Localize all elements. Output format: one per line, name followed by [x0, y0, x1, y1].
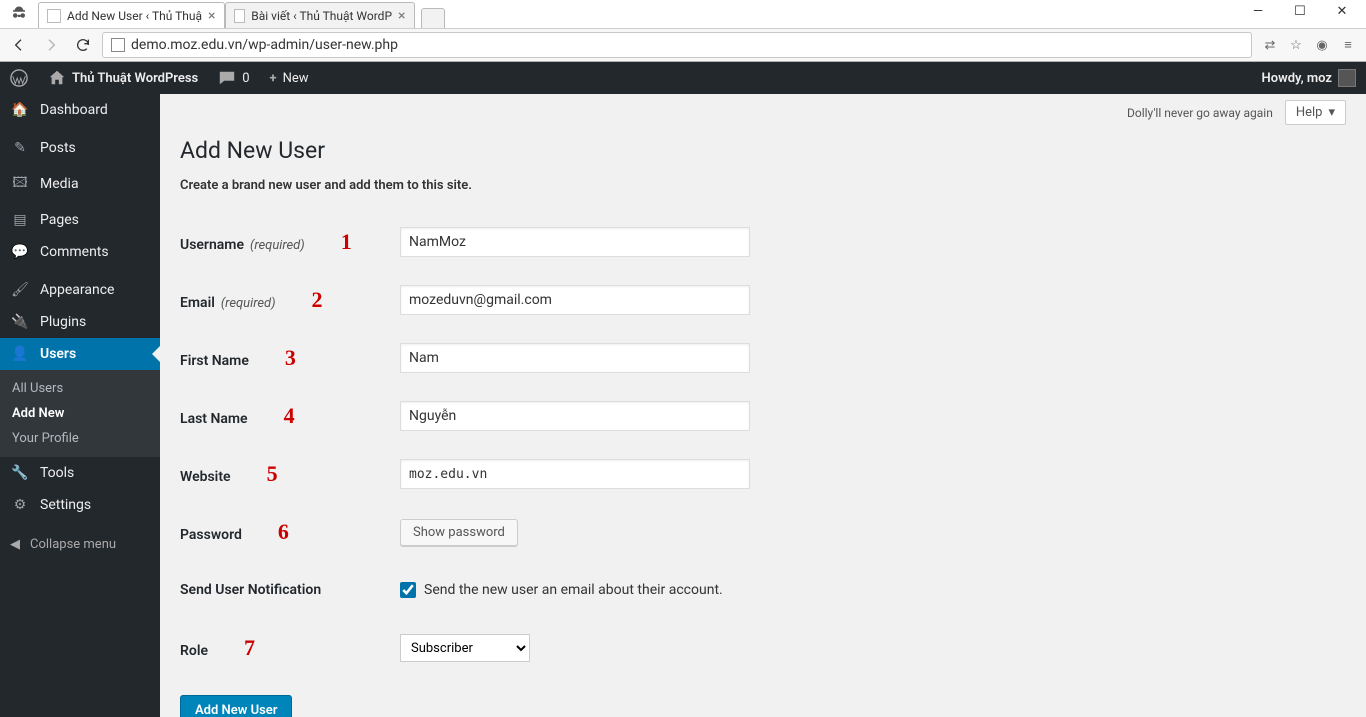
browser-title-bar: Add New User ‹ Thủ Thuậ × Bài viết ‹ Thủ…	[0, 0, 1366, 28]
lastname-input[interactable]	[400, 401, 750, 431]
notify-label: Send User Notification	[180, 582, 321, 598]
users-submenu: All Users Add New Your Profile	[0, 370, 160, 457]
username-input[interactable]	[400, 227, 750, 257]
submenu-add-new[interactable]: Add New	[0, 401, 160, 426]
site-link[interactable]: Thủ Thuật WordPress	[38, 62, 208, 94]
comments-icon: 💬	[10, 244, 30, 260]
tab-title: Bài viết ‹ Thủ Thuật WordP	[251, 9, 392, 23]
browser-tab-active[interactable]: Add New User ‹ Thủ Thuậ ×	[38, 2, 225, 28]
annotation-5: 5	[267, 461, 278, 487]
translate-icon[interactable]: ⇄	[1262, 37, 1278, 53]
favicon-icon	[47, 9, 61, 23]
comments-link[interactable]: 0	[208, 62, 259, 94]
tab-close-icon[interactable]: ×	[208, 8, 215, 24]
favicon-icon	[234, 9, 246, 23]
profile-icon[interactable]: ◉	[1314, 37, 1330, 53]
sidebar-item-comments[interactable]: 💬Comments	[0, 236, 160, 268]
sidebar-item-media[interactable]: 🖾Media	[0, 164, 160, 204]
incognito-icon	[8, 5, 30, 23]
sidebar-item-pages[interactable]: ▤Pages	[0, 204, 160, 236]
annotation-7: 7	[244, 635, 255, 661]
annotation-3: 3	[285, 345, 296, 371]
plugins-icon: 🔌	[10, 314, 30, 330]
page-icon	[111, 38, 125, 52]
firstname-input[interactable]	[400, 343, 750, 373]
window-close-icon[interactable]: ✕	[1328, 4, 1356, 19]
page-title: Add New User	[180, 137, 1346, 164]
sidebar-item-dashboard[interactable]: 🏠Dashboard	[0, 94, 160, 126]
email-label: Email	[180, 295, 215, 311]
show-password-button[interactable]: Show password	[400, 519, 518, 546]
users-icon: 👤	[10, 346, 30, 362]
back-button[interactable]	[6, 32, 32, 58]
home-icon	[48, 69, 66, 87]
menu-icon[interactable]: ≡	[1340, 37, 1356, 53]
pages-icon: ▤	[10, 212, 30, 228]
comments-count: 0	[242, 71, 249, 86]
tab-close-icon[interactable]: ×	[398, 8, 405, 24]
notify-checkbox-text: Send the new user an email about their a…	[424, 582, 723, 598]
howdy-text: Howdy, moz	[1262, 71, 1332, 86]
username-label: Username	[180, 237, 244, 253]
collapse-menu[interactable]: ◀Collapse menu	[0, 527, 160, 562]
collapse-icon: ◀	[10, 537, 20, 552]
sidebar-item-posts[interactable]: ✎Posts	[0, 132, 160, 164]
help-button[interactable]: Help▾	[1285, 100, 1346, 125]
site-name: Thủ Thuật WordPress	[72, 71, 198, 86]
new-label: New	[283, 71, 309, 86]
main-content: Dolly'll never go away again Help▾ Add N…	[160, 94, 1366, 717]
notify-checkbox[interactable]	[400, 582, 416, 598]
url-text: demo.moz.edu.vn/wp-admin/user-new.php	[131, 37, 398, 53]
plus-icon: +	[270, 71, 277, 86]
tools-icon: 🔧	[10, 465, 30, 481]
firstname-label: First Name	[180, 353, 249, 369]
browser-tab[interactable]: Bài viết ‹ Thủ Thuật WordP ×	[225, 2, 415, 28]
sidebar-item-plugins[interactable]: 🔌Plugins	[0, 306, 160, 338]
avatar	[1338, 69, 1356, 87]
admin-sidebar: 🏠Dashboard ✎Posts 🖾Media ▤Pages 💬Comment…	[0, 94, 160, 717]
dashboard-icon: 🏠	[10, 102, 30, 118]
wp-logo[interactable]	[0, 62, 38, 94]
wp-admin-bar: Thủ Thuật WordPress 0 + New Howdy, moz	[0, 62, 1366, 94]
annotation-4: 4	[284, 403, 295, 429]
howdy-account[interactable]: Howdy, moz	[1252, 62, 1366, 94]
website-label: Website	[180, 469, 231, 485]
posts-icon: ✎	[10, 140, 30, 156]
submenu-your-profile[interactable]: Your Profile	[0, 426, 160, 451]
tab-title: Add New User ‹ Thủ Thuậ	[67, 9, 202, 23]
role-label: Role	[180, 643, 208, 659]
annotation-6: 6	[278, 519, 289, 545]
reload-button[interactable]	[70, 32, 96, 58]
window-maximize-icon[interactable]: ☐	[1286, 4, 1314, 19]
window-minimize-icon[interactable]: —	[1244, 4, 1272, 19]
page-description: Create a brand new user and add them to …	[180, 178, 1346, 193]
annotation-1: 1	[341, 229, 352, 255]
url-bar[interactable]: demo.moz.edu.vn/wp-admin/user-new.php	[102, 32, 1252, 58]
hello-dolly-text: Dolly'll never go away again	[1127, 106, 1273, 120]
email-input[interactable]	[400, 285, 750, 315]
chevron-down-icon: ▾	[1328, 105, 1335, 120]
submenu-all-users[interactable]: All Users	[0, 376, 160, 401]
lastname-label: Last Name	[180, 411, 248, 427]
annotation-2: 2	[312, 287, 323, 313]
media-icon: 🖾	[10, 172, 30, 196]
new-content-link[interactable]: + New	[260, 62, 319, 94]
new-tab-button[interactable]	[421, 8, 445, 28]
comment-icon	[218, 69, 236, 87]
settings-icon: ⚙	[10, 497, 30, 513]
role-select[interactable]: Subscriber	[400, 634, 530, 662]
sidebar-item-appearance[interactable]: 🖌Appearance	[0, 274, 160, 306]
sidebar-item-settings[interactable]: ⚙Settings	[0, 489, 160, 521]
add-new-user-button[interactable]: Add New User	[180, 695, 292, 717]
website-input[interactable]	[400, 459, 750, 489]
forward-button[interactable]	[38, 32, 64, 58]
password-label: Password	[180, 527, 242, 543]
sidebar-item-users[interactable]: 👤Users	[0, 338, 160, 370]
appearance-icon: 🖌	[10, 282, 30, 298]
star-icon[interactable]: ☆	[1288, 37, 1304, 53]
sidebar-item-tools[interactable]: 🔧Tools	[0, 457, 160, 489]
browser-toolbar: demo.moz.edu.vn/wp-admin/user-new.php ⇄ …	[0, 28, 1366, 62]
